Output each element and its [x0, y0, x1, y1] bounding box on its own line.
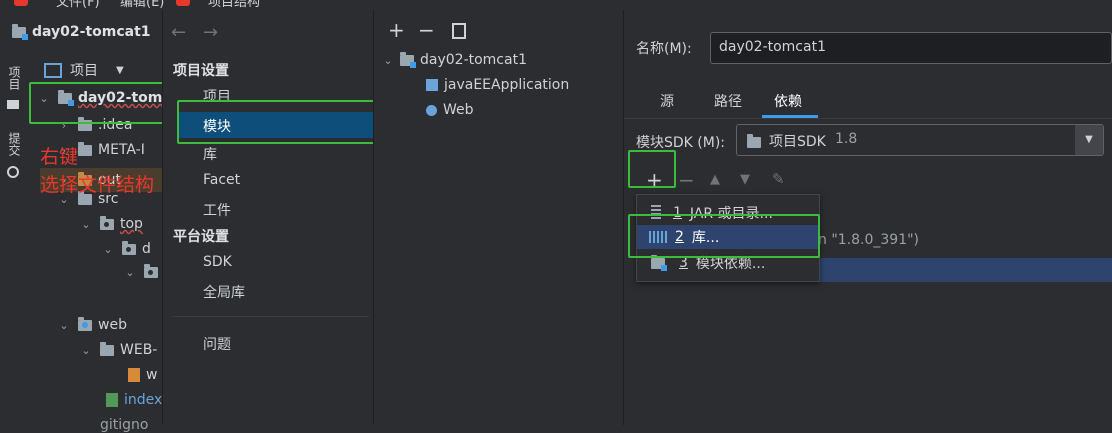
- highlight-root-module: [29, 82, 169, 124]
- name-input-value: day02-tomcat1: [719, 39, 826, 55]
- tree-label: w: [146, 367, 158, 383]
- module-facet-javaee[interactable]: javaEEApplication: [426, 77, 569, 93]
- chevron-down-icon: ⌄: [383, 53, 393, 67]
- facet-label: javaEEApplication: [444, 77, 570, 93]
- sdk-folder-icon: [747, 134, 761, 148]
- package-icon: [122, 240, 136, 255]
- nav-item-sdk[interactable]: SDK: [203, 254, 232, 270]
- tab-paths[interactable]: 路径: [714, 91, 742, 111]
- dialog-logo-icon: [176, 0, 190, 6]
- view-selector[interactable]: 项目 ▼: [44, 60, 124, 80]
- app-logo-icon: [14, 0, 28, 6]
- sdk-select-value: 项目SDK: [769, 134, 826, 150]
- tree-item[interactable]: ⌄ web: [56, 316, 127, 333]
- module-root-label: day02-tomcat1: [420, 52, 527, 68]
- module-root[interactable]: ⌄ day02-tomcat1: [380, 51, 527, 68]
- sdk-select-version: 1.8: [835, 131, 858, 147]
- javaee-icon: [426, 79, 438, 91]
- platform-settings-header: 平台设置: [173, 229, 229, 245]
- package-icon: [144, 264, 158, 278]
- copy-icon[interactable]: [452, 23, 466, 39]
- tree-item[interactable]: ⌄ d: [100, 240, 151, 257]
- chevron-down-icon: ▼: [1075, 125, 1103, 155]
- project-panel: day02-tomcat1 项目 ▼ ⌄ day02-tom › .idea ›…: [0, 10, 164, 433]
- sdk-label: 模块SDK (M):: [636, 135, 726, 151]
- folder-icon: [100, 341, 114, 356]
- module-folder-icon: [651, 254, 667, 271]
- remove-dependency-icon[interactable]: −: [678, 168, 695, 192]
- tree-label: d: [142, 241, 151, 257]
- tab-bar: 源 路径 依赖: [624, 82, 1112, 119]
- dialog-title: 项目结构: [208, 0, 261, 10]
- web-folder-icon: [78, 316, 92, 331]
- tree-label: gitigno: [100, 417, 149, 433]
- tree-label: index: [124, 392, 163, 408]
- chevron-down-icon: ▼: [116, 64, 124, 76]
- module-facet-web[interactable]: Web: [426, 102, 474, 118]
- tab-sources[interactable]: 源: [660, 91, 674, 111]
- project-panel-header: day02-tomcat1: [12, 23, 151, 40]
- name-label: 名称(M):: [636, 41, 692, 57]
- highlight-add-dependency: [628, 150, 676, 188]
- chevron-down-icon: ⌄: [59, 318, 69, 332]
- nav-item-problems[interactable]: 问题: [203, 334, 231, 354]
- nav-divider: [173, 316, 369, 317]
- back-arrow-icon[interactable]: ←: [171, 22, 186, 43]
- tree-label: top: [120, 216, 143, 232]
- view-selector-label: 项目: [70, 63, 98, 79]
- menubar: 文件(F) 编辑(E) 项目结构: [0, 0, 1112, 10]
- highlight-library-item: [628, 214, 820, 258]
- chevron-down-icon: ⌄: [81, 343, 91, 357]
- tree-label: WEB-: [120, 342, 158, 358]
- view-icon: [44, 62, 62, 78]
- tree-item[interactable]: ⌄ WEB-: [78, 341, 158, 358]
- tree-label: META-I: [98, 142, 145, 158]
- facet-label: Web: [443, 102, 474, 118]
- project-settings-header: 项目设置: [173, 63, 229, 79]
- nav-item-facet[interactable]: Facet: [203, 172, 240, 188]
- xml-file-icon: [128, 368, 140, 382]
- module-folder-icon: [12, 23, 28, 40]
- highlight-modules: [177, 100, 383, 144]
- tree-item[interactable]: gitigno: [100, 417, 148, 433]
- forward-arrow-icon[interactable]: →: [203, 22, 218, 43]
- name-input[interactable]: day02-tomcat1: [710, 32, 1112, 64]
- edit-icon[interactable]: ✎: [772, 170, 785, 188]
- project-title: day02-tomcat1: [32, 24, 151, 40]
- nav-item-libraries[interactable]: 库: [203, 144, 217, 164]
- tree-item[interactable]: ⌄ top: [78, 215, 143, 232]
- chevron-down-icon: ⌄: [103, 242, 113, 256]
- tree-item[interactable]: index: [106, 392, 162, 408]
- chevron-down-icon: ⌄: [81, 217, 91, 231]
- module-tree-panel: + − ⌄ day02-tomcat1 javaEEApplication We…: [373, 10, 622, 425]
- annotation-choose-structure: 选择文件结构: [40, 174, 155, 196]
- chevron-down-icon: ⌄: [125, 266, 135, 279]
- nav-item-artifacts[interactable]: 工件: [203, 200, 231, 220]
- settings-nav: ← → 项目设置 项目 模块 库 Facet 工件 平台设置 SDK 全局库 问…: [163, 10, 375, 425]
- menu-edit[interactable]: 编辑(E): [120, 0, 164, 10]
- move-up-icon[interactable]: ▲: [710, 172, 720, 187]
- module-folder-icon: [400, 51, 416, 68]
- move-down-icon[interactable]: ▼: [740, 172, 750, 187]
- tree-item[interactable]: w: [128, 367, 157, 383]
- active-tab-underline: [762, 115, 818, 118]
- nav-item-global-libraries[interactable]: 全局库: [203, 282, 245, 302]
- web-facet-icon: [426, 104, 437, 116]
- remove-icon[interactable]: −: [418, 18, 435, 42]
- tree-label: web: [98, 317, 127, 333]
- annotation-right-click: 右键: [40, 146, 79, 168]
- tree-item[interactable]: ⌄: [122, 264, 164, 279]
- sdk-select[interactable]: 项目SDK 1.8 ▼: [736, 124, 1104, 156]
- package-icon: [100, 215, 114, 230]
- menu-file[interactable]: 文件(F): [56, 0, 100, 10]
- dependency-row-text: n "1.8.0_391"): [818, 232, 920, 248]
- folder-icon: [78, 141, 92, 156]
- tab-dependencies[interactable]: 依赖: [774, 91, 802, 111]
- html-file-icon: [106, 393, 118, 407]
- add-icon[interactable]: +: [388, 18, 405, 42]
